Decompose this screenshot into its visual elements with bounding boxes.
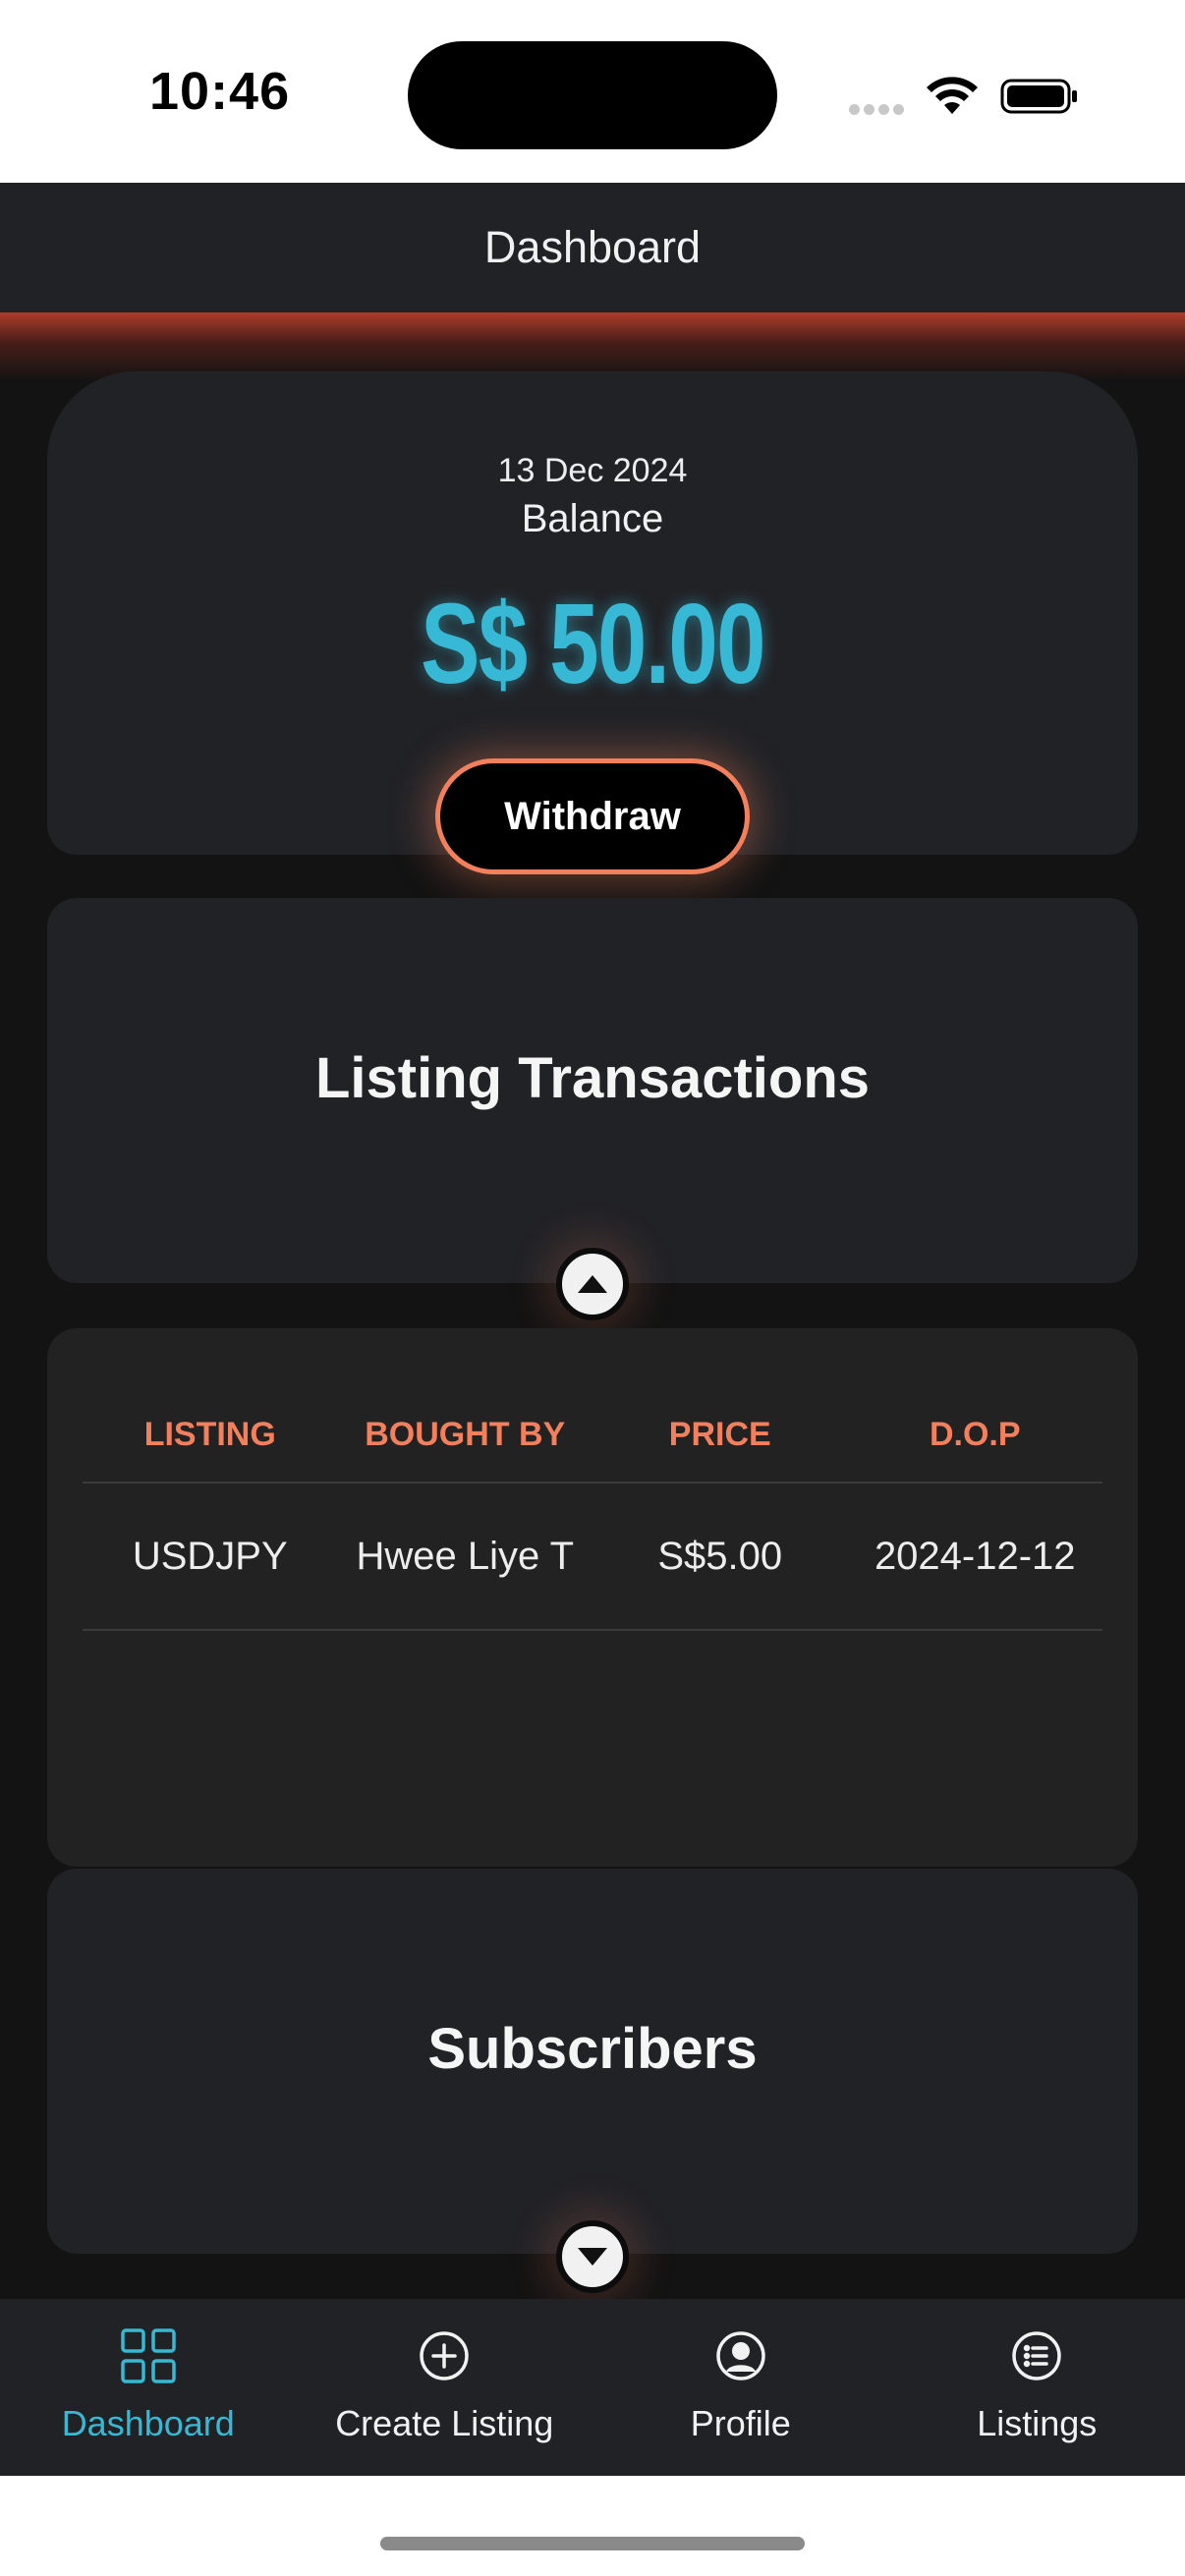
dynamic-island [408, 41, 777, 149]
balance-label: Balance [521, 497, 664, 540]
listing-transactions-title: Listing Transactions [315, 1046, 870, 1110]
caret-up-icon [578, 1275, 607, 1293]
cell-bought-by: Hwee Liye T [356, 1534, 575, 1578]
tab-listings[interactable]: Listings [889, 2299, 1185, 2476]
home-area [0, 2476, 1185, 2576]
tab-profile[interactable]: Profile [592, 2299, 889, 2476]
column-header-price: PRICE [668, 1415, 771, 1453]
bottom-tab-bar: Dashboard Create Listing Profile Listing… [0, 2299, 1185, 2476]
cell-dop: 2024-12-12 [874, 1534, 1076, 1578]
list-circle-icon [1012, 2331, 1061, 2380]
tab-dashboard[interactable]: Dashboard [0, 2299, 297, 2476]
table-row[interactable]: USDJPY Hwee Liye T S$5.00 2024-12-12 [83, 1484, 1102, 1631]
tab-label-profile: Profile [690, 2403, 791, 2443]
cellular-signal-icon [849, 102, 908, 116]
collapse-transactions-button[interactable] [556, 1248, 629, 1320]
wifi-icon [927, 77, 978, 114]
table-header-row: LISTING BOUGHT BY PRICE D.O.P [83, 1387, 1102, 1484]
caret-down-icon [578, 2248, 607, 2266]
tab-create-listing[interactable]: Create Listing [297, 2299, 593, 2476]
withdraw-button[interactable]: Withdraw [435, 758, 750, 874]
balance-date: 13 Dec 2024 [497, 452, 688, 489]
column-header-listing: LISTING [143, 1415, 276, 1453]
grid-icon [121, 2328, 176, 2383]
status-time: 10:46 [149, 62, 291, 121]
transactions-table: LISTING BOUGHT BY PRICE D.O.P USDJPY Hwe… [83, 1387, 1102, 1631]
transactions-table-card: LISTING BOUGHT BY PRICE D.O.P USDJPY Hwe… [47, 1328, 1138, 1867]
tab-label-listings: Listings [977, 2403, 1098, 2443]
page-title: Dashboard [483, 222, 702, 272]
balance-amount: S$ 50.00 [421, 580, 765, 707]
cell-price: S$5.00 [657, 1534, 783, 1578]
battery-icon [1000, 79, 1077, 114]
column-header-dop: D.O.P [929, 1415, 1021, 1453]
tab-label-create-listing: Create Listing [335, 2403, 554, 2443]
tab-label-dashboard: Dashboard [61, 2403, 235, 2443]
user-circle-icon [716, 2331, 765, 2380]
subscribers-card[interactable]: Subscribers [47, 1869, 1138, 2254]
subscribers-title: Subscribers [427, 2017, 758, 2081]
app-screen: Dashboard 13 Dec 2024 Balance S$ 50.00 W… [0, 183, 1185, 2476]
home-indicator[interactable] [380, 2537, 805, 2550]
column-header-bought-by: BOUGHT BY [365, 1415, 566, 1453]
cell-listing: USDJPY [132, 1534, 288, 1578]
plus-circle-icon [420, 2331, 469, 2380]
status-bar: 10:46 [0, 0, 1185, 183]
listing-transactions-card[interactable]: Listing Transactions [47, 898, 1138, 1283]
expand-subscribers-button[interactable] [556, 2220, 629, 2293]
header: Dashboard [0, 183, 1185, 312]
